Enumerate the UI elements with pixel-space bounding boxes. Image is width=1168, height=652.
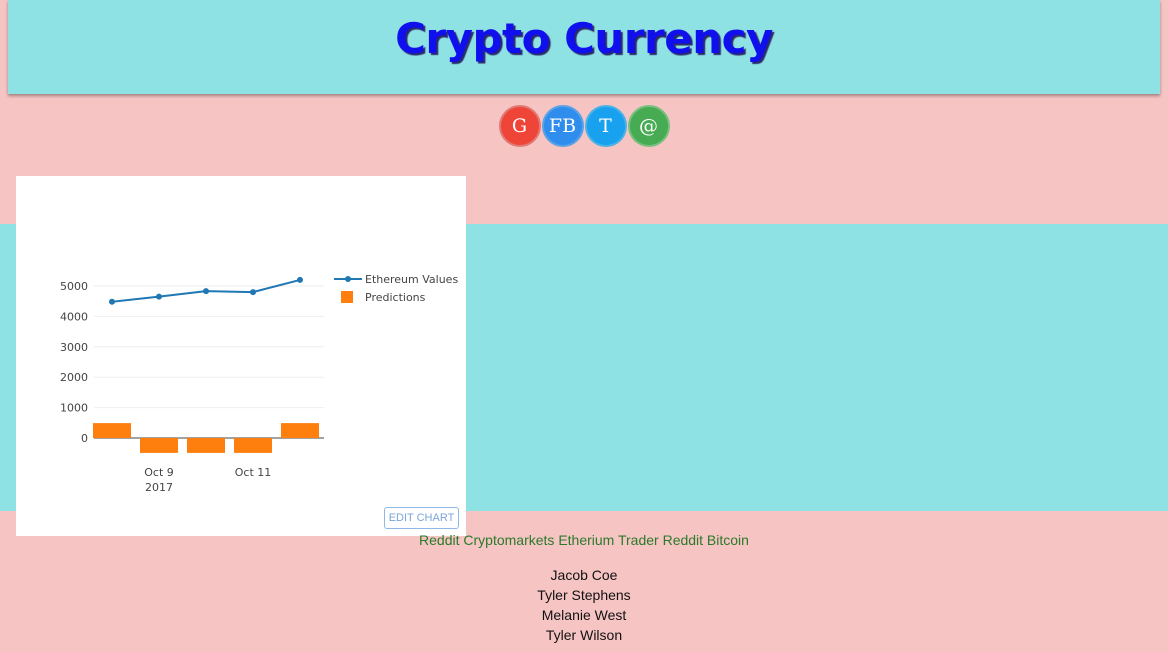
y-tick-label: 5000 [60,280,88,293]
prediction-bar [93,423,131,438]
facebook-icon: FB [548,115,577,137]
y-tick-label: 2000 [60,371,88,384]
ethereum-point [250,289,256,296]
y-tick-label: 0 [81,432,88,445]
email-button[interactable]: @ [627,105,670,147]
twitter-button[interactable]: T [584,105,627,147]
prediction-bar [281,423,319,438]
link-reddit-cryptomarkets[interactable]: Reddit Cryptomarkets [419,532,554,548]
ethereum-chart[interactable]: 0 1000 2000 3000 4000 5000 Oct 9 2017 Oct 11 Ethe… [16,176,466,536]
header: Crypto Currency [8,0,1160,94]
edit-chart-button[interactable]: EDIT CHART [384,507,459,529]
team-names: Jacob Coe Tyler Stephens Melanie West Ty… [0,566,1168,646]
team-member: Tyler Stephens [537,587,631,603]
link-reddit-bitcoin[interactable]: Reddit Bitcoin [663,532,749,548]
ethereum-point [109,298,115,305]
social-buttons: G FB T @ [0,105,1168,147]
x-tick-label: Oct 9 [144,466,174,479]
prediction-bar [140,438,178,453]
legend-label: Ethereum Values [365,273,458,286]
y-tick-label: 4000 [60,310,88,323]
ethereum-point [297,276,303,283]
legend-line-marker [345,276,351,282]
legend-label: Predictions [365,291,426,304]
email-icon: @ [639,115,658,137]
team-member: Tyler Wilson [545,627,623,643]
ethereum-point [203,288,209,295]
x-tick-sublabel: 2017 [145,481,173,494]
y-tick-label: 1000 [60,402,88,415]
facebook-button[interactable]: FB [541,105,584,147]
google-icon: G [511,115,528,137]
y-tick-label: 3000 [60,341,88,354]
twitter-icon: T [599,115,612,137]
chart-card: 0 1000 2000 3000 4000 5000 Oct 9 2017 Oct 11 Ethe… [16,176,466,536]
prediction-bar [187,438,225,453]
x-tick-label: Oct 11 [235,466,272,479]
ethereum-point [156,293,162,300]
link-etherium-trader[interactable]: Etherium Trader [558,532,658,548]
team-member: Melanie West [541,607,627,623]
team-member: Jacob Coe [550,567,618,583]
page-title: Crypto Currency [395,14,773,63]
prediction-bar [234,438,272,453]
links-row: Reddit Cryptomarkets Etherium Trader Red… [0,532,1168,548]
legend-bar-swatch [341,291,353,303]
google-button[interactable]: G [498,105,541,147]
